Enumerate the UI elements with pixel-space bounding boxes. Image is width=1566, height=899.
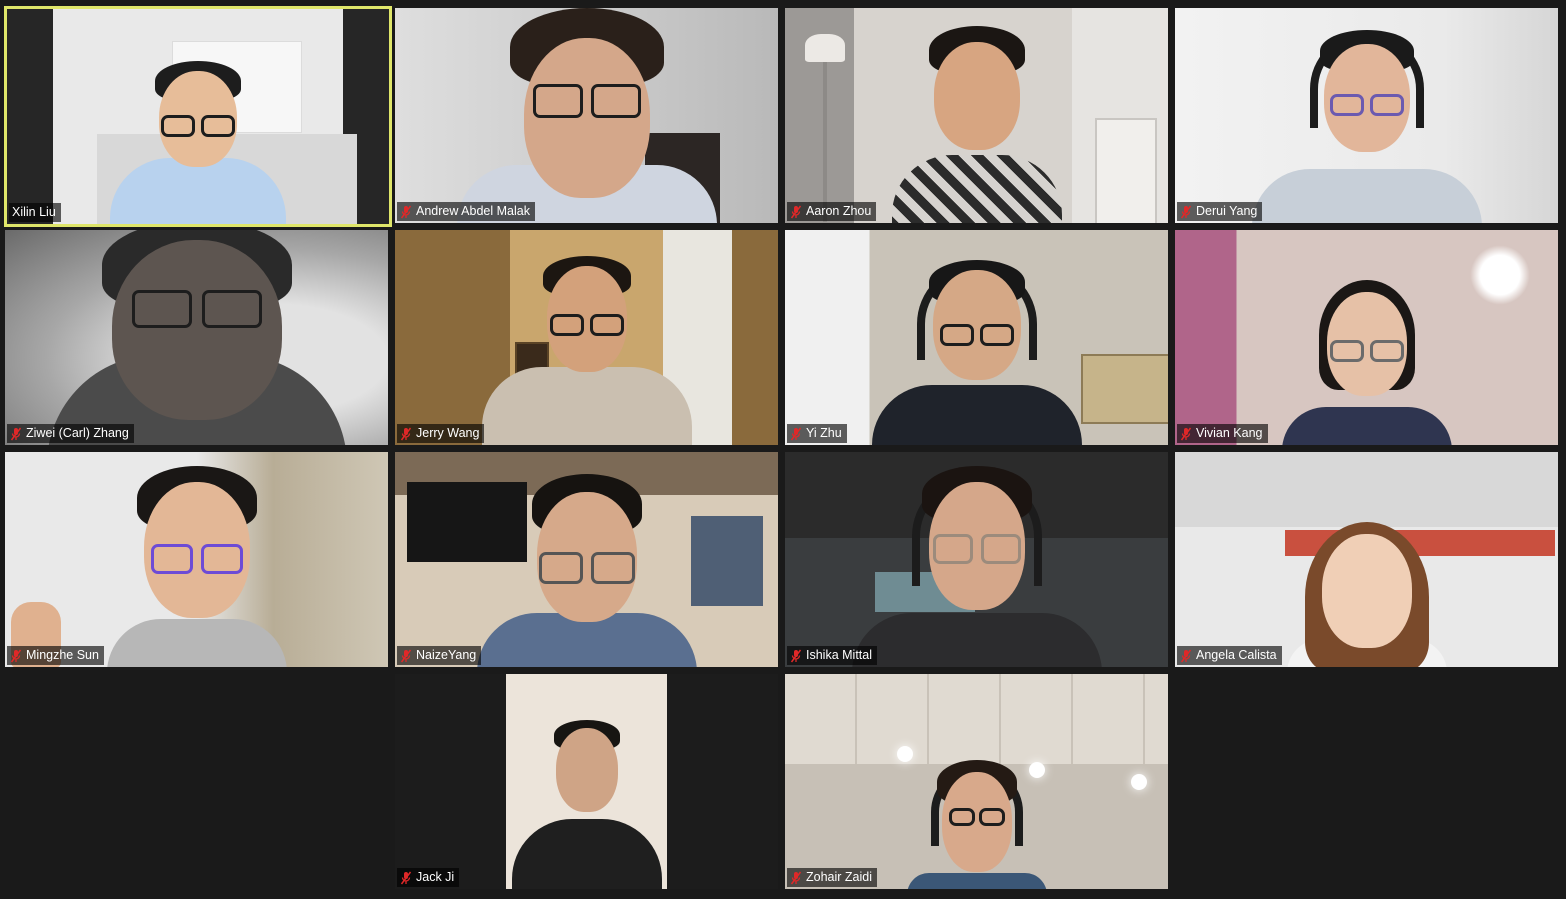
video-feed — [395, 8, 778, 223]
video-feed — [7, 9, 389, 224]
mic-muted-icon — [10, 649, 22, 663]
video-tile-yi-zhu[interactable]: Yi Zhu — [785, 230, 1168, 445]
participant-nameplate: Angela Calista — [1177, 646, 1282, 665]
mic-muted-icon — [790, 205, 802, 219]
participant-name: Yi Zhu — [806, 426, 842, 440]
participant-name: Ziwei (Carl) Zhang — [26, 426, 129, 440]
participant-name: Xilin Liu — [12, 205, 56, 219]
video-tile-derui-yang[interactable]: Derui Yang — [1175, 8, 1558, 223]
video-tile-naizeyang[interactable]: NaizeYang — [395, 452, 778, 667]
participant-nameplate: Ziwei (Carl) Zhang — [7, 424, 134, 443]
mic-muted-icon — [1180, 205, 1192, 219]
participant-name: Vivian Kang — [1196, 426, 1263, 440]
participant-nameplate: NaizeYang — [397, 646, 482, 665]
video-feed — [1175, 452, 1558, 667]
video-tile-angela-calista[interactable]: Angela Calista — [1175, 452, 1558, 667]
mic-muted-icon — [400, 205, 412, 219]
mic-muted-icon — [400, 649, 412, 663]
video-tile-mingzhe-sun[interactable]: Mingzhe Sun — [5, 452, 388, 667]
participant-name: NaizeYang — [416, 648, 477, 662]
mic-muted-icon — [790, 427, 802, 441]
participant-nameplate: Derui Yang — [1177, 202, 1263, 221]
participant-name: Derui Yang — [1196, 204, 1258, 218]
participant-name: Zohair Zaidi — [806, 870, 872, 884]
participant-name: Angela Calista — [1196, 648, 1277, 662]
participant-name: Jerry Wang — [416, 426, 480, 440]
participant-nameplate: Aaron Zhou — [787, 202, 877, 221]
video-tile-andrew-abdel-malak[interactable]: Andrew Abdel Malak — [395, 8, 778, 223]
video-feed — [5, 452, 388, 667]
participant-name: Mingzhe Sun — [26, 648, 99, 662]
participant-nameplate: Ishika Mittal — [787, 646, 877, 665]
video-feed — [785, 452, 1168, 667]
participant-nameplate: Mingzhe Sun — [7, 646, 104, 665]
participant-name: Ishika Mittal — [806, 648, 872, 662]
participant-nameplate: Jerry Wang — [397, 424, 485, 443]
mic-muted-icon — [790, 871, 802, 885]
video-tile-xilin-liu[interactable]: Xilin Liu — [4, 6, 392, 227]
participant-name: Andrew Abdel Malak — [416, 204, 530, 218]
participant-nameplate: Xilin Liu — [9, 203, 61, 222]
participant-nameplate: Andrew Abdel Malak — [397, 202, 535, 221]
video-tile-vivian-kang[interactable]: Vivian Kang — [1175, 230, 1558, 445]
video-feed — [785, 8, 1168, 223]
video-tile-ishika-mittal[interactable]: Ishika Mittal — [785, 452, 1168, 667]
participant-nameplate: Yi Zhu — [787, 424, 847, 443]
mic-muted-icon — [10, 427, 22, 441]
mic-muted-icon — [400, 427, 412, 441]
video-feed — [1175, 230, 1558, 445]
participant-name: Jack Ji — [416, 870, 455, 884]
mic-muted-icon — [1180, 649, 1192, 663]
participant-nameplate: Jack Ji — [397, 868, 460, 887]
video-feed — [785, 230, 1168, 445]
participant-nameplate: Vivian Kang — [1177, 424, 1268, 443]
video-feed — [395, 230, 778, 445]
video-feed — [506, 674, 667, 889]
mic-muted-icon — [1180, 427, 1192, 441]
mic-muted-icon — [400, 871, 412, 885]
video-tile-aaron-zhou[interactable]: Aaron Zhou — [785, 8, 1168, 223]
video-tile-jerry-wang[interactable]: Jerry Wang — [395, 230, 778, 445]
mic-muted-icon — [790, 649, 802, 663]
gallery-view: Xilin Liu Andrew Abdel Malak Aaron Zhou — [0, 0, 1566, 899]
video-feed — [785, 674, 1168, 889]
participant-nameplate: Zohair Zaidi — [787, 868, 877, 887]
video-feed — [1175, 8, 1558, 223]
video-feed — [5, 230, 388, 445]
video-feed — [395, 452, 778, 667]
participant-name: Aaron Zhou — [806, 204, 872, 218]
video-tile-ziwei-carl-zhang[interactable]: Ziwei (Carl) Zhang — [5, 230, 388, 445]
video-tile-jack-ji[interactable]: Jack Ji — [395, 674, 778, 889]
video-tile-zohair-zaidi[interactable]: Zohair Zaidi — [785, 674, 1168, 889]
